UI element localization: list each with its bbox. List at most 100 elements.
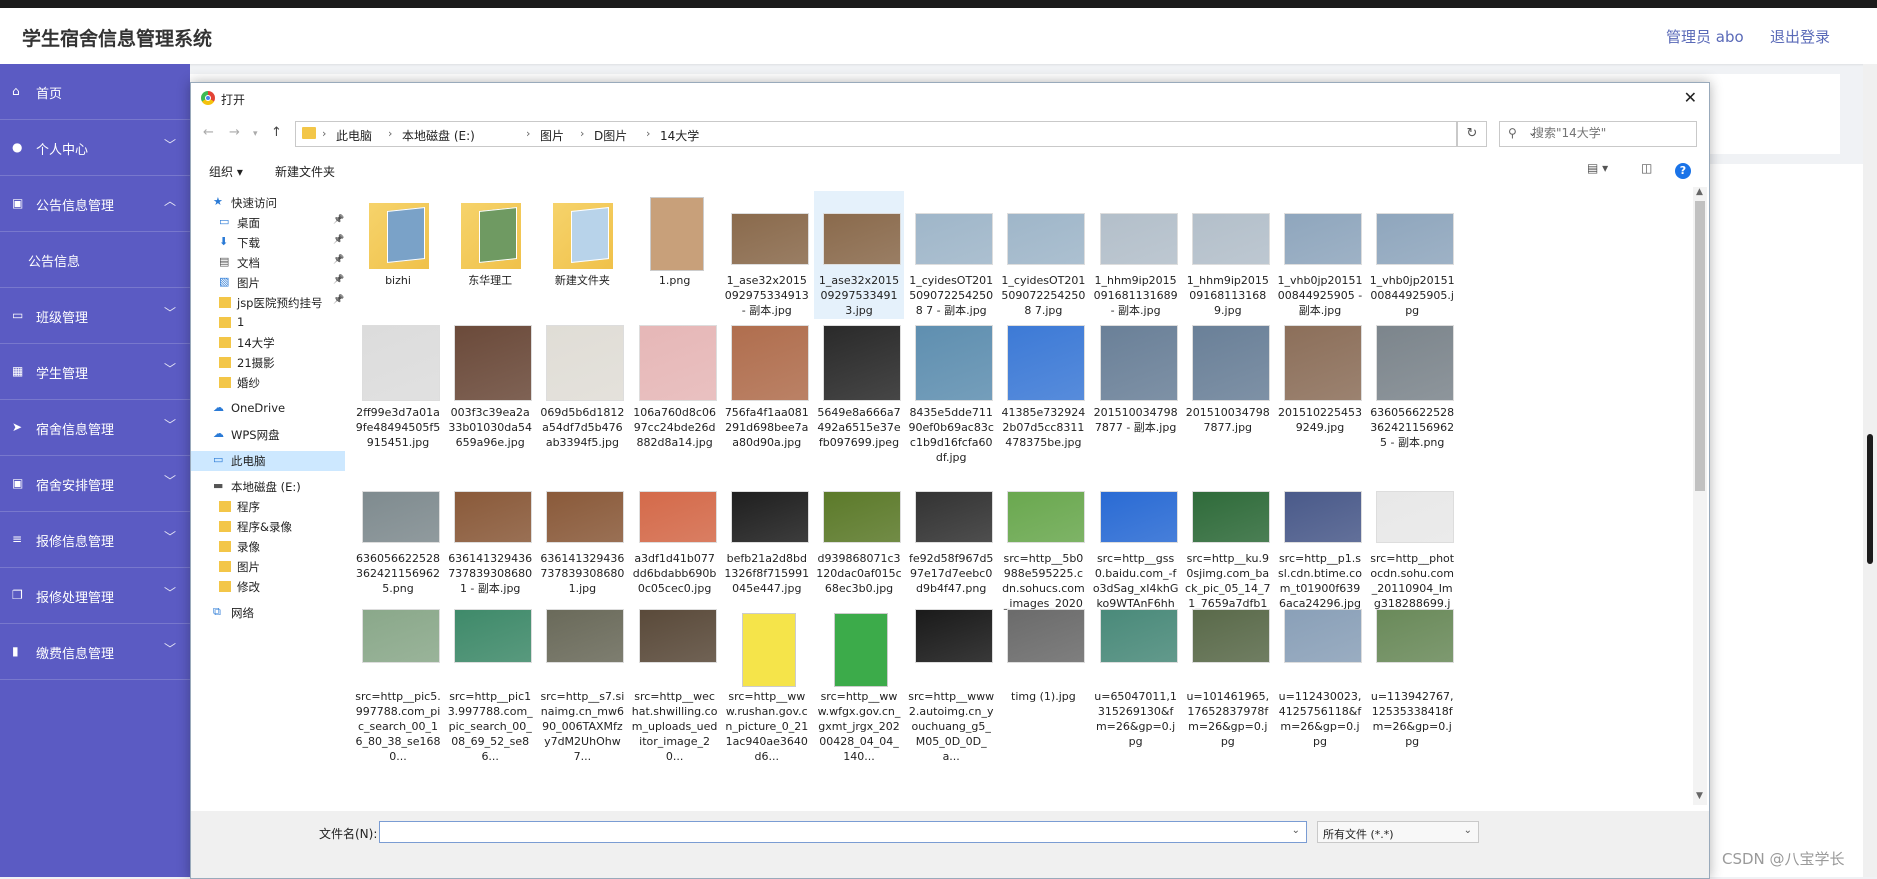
preview-pane-icon[interactable]: ◫: [1641, 161, 1652, 175]
file-item[interactable]: 069d5b6d1812a54df7d5b476ab3394f5.jpg: [537, 323, 627, 451]
sidebar-item[interactable]: ⌂ 首页: [0, 64, 190, 120]
file-item[interactable]: u=113942767,12535338418fm=26&gp=0.jpg: [1367, 607, 1457, 748]
sidebar-item[interactable]: ➤ 宿舍信息管理 ﹀: [0, 400, 190, 456]
recent-dropdown-icon[interactable]: ▾: [253, 129, 258, 139]
logout-link[interactable]: 退出登录: [1770, 26, 1830, 47]
sidebar-item[interactable]: ▣ 宿舍安排管理 ﹀: [0, 456, 190, 512]
sidebar-item[interactable]: ▣ 公告信息管理 ︿: [0, 176, 190, 232]
file-item[interactable]: src=http__pic5.997788.com_pic_search_00_…: [353, 607, 443, 763]
file-item[interactable]: src=http__5b0988e595225.cdn.sohucs.com_i…: [998, 469, 1088, 625]
breadcrumb-separator-icon[interactable]: ›: [646, 127, 650, 140]
view-options-icon[interactable]: ▤ ▾: [1587, 161, 1608, 175]
page-scrollbar-thumb[interactable]: [1867, 434, 1873, 564]
breadcrumb-separator-icon[interactable]: ›: [580, 127, 584, 140]
file-item[interactable]: 1.png: [630, 191, 720, 319]
file-item[interactable]: fe92d58f967d597e17d7eebc0d9b4f47.png: [906, 469, 996, 597]
forward-arrow-icon[interactable]: →: [229, 125, 240, 140]
tree-item[interactable]: 21摄影: [191, 353, 345, 373]
tree-item[interactable]: 婚纱: [191, 373, 345, 393]
back-arrow-icon[interactable]: ←: [203, 125, 214, 140]
breadcrumb-separator-icon[interactable]: ›: [322, 127, 326, 140]
up-arrow-icon[interactable]: ↑: [271, 125, 282, 140]
tree-item[interactable]: 1: [191, 313, 345, 333]
file-item[interactable]: 8435e5dde71190ef0b69ac83cc1b9d16fcfa60df…: [906, 323, 996, 464]
tree-item[interactable]: 程序&录像: [191, 517, 345, 537]
address-bar[interactable]: ⌄ › 此电脑 › 本地磁盘 (E:) › 图片 › D图片 › 14大学: [295, 121, 1537, 147]
file-item[interactable]: 6360566225283624211569625 - 副本.png: [1367, 323, 1457, 451]
file-item[interactable]: 1_hhm9ip2015091681131689.jpg: [1183, 191, 1273, 319]
file-item[interactable]: timg (1).jpg: [998, 607, 1088, 735]
file-type-filter[interactable]: 所有文件 (*.*) ⌄: [1317, 821, 1479, 843]
filename-input[interactable]: ⌄: [379, 821, 1307, 843]
file-item[interactable]: d939868071c3120dac0af015c68ec3b0.jpg: [814, 469, 904, 597]
file-item[interactable]: 106a760d8c0697cc24bde26d882d8a14.jpg: [630, 323, 720, 451]
search-box[interactable]: ⚲: [1499, 121, 1697, 147]
file-item[interactable]: src=http__gss0.baidu.com_-fo3dSag_xI4khG…: [1091, 469, 1181, 625]
file-item[interactable]: 1_vhb0jp2015100844925905.jpg: [1367, 191, 1457, 319]
scroll-down-icon[interactable]: ▼: [1696, 791, 1703, 801]
tree-item[interactable]: jsp医院预约挂号 📌: [191, 293, 345, 313]
filename-dropdown-icon[interactable]: ⌄: [1292, 825, 1300, 836]
file-item[interactable]: src=http__pic13.997788.com_pic_search_00…: [445, 607, 535, 763]
sidebar-item[interactable]: ❐ 报修处理管理 ﹀: [0, 568, 190, 624]
file-item[interactable]: src=http__www.wfgx.gov.cn_gxmt_jrgx_2020…: [814, 607, 904, 763]
refresh-button[interactable]: ↻: [1457, 121, 1487, 147]
tree-item[interactable]: ⬇ 下载 📌: [191, 233, 345, 253]
file-item[interactable]: 2015100347987877.jpg: [1183, 323, 1273, 451]
file-item[interactable]: 2015102254539249.jpg: [1275, 323, 1365, 451]
tree-item[interactable]: ▭ 此电脑: [191, 451, 345, 471]
file-list-scrollbar[interactable]: ▲ ▼: [1693, 187, 1707, 805]
close-icon[interactable]: ✕: [1684, 88, 1697, 107]
file-item[interactable]: befb21a2d8bd1326f8f715991045e447.jpg: [722, 469, 812, 597]
page-scrollbar[interactable]: [1863, 64, 1877, 877]
breadcrumb-separator-icon[interactable]: ›: [526, 127, 530, 140]
file-item[interactable]: 2ff99e3d7a01a9fe48494505f5915451.jpg: [353, 323, 443, 451]
file-item[interactable]: src=http__www2.autoimg.cn_youchuang_g5_M…: [906, 607, 996, 763]
file-item[interactable]: 003f3c39ea2a33b01030da54659a96e.jpg: [445, 323, 535, 451]
search-input[interactable]: [1530, 125, 1694, 141]
file-item[interactable]: 1_cyidesOT2015090722542508 7.jpg: [998, 191, 1088, 319]
sidebar-item[interactable]: ≡ 报修信息管理 ﹀: [0, 512, 190, 568]
file-item[interactable]: u=65047011,1315269130&fm=26&gp=0.jpg: [1091, 607, 1181, 748]
pin-icon[interactable]: 📌: [333, 235, 344, 245]
file-item[interactable]: src=http__photocdn.sohu.com_20110904_Img…: [1367, 469, 1457, 625]
tree-item[interactable]: 程序: [191, 497, 345, 517]
folder-item[interactable]: bizhi: [353, 191, 443, 319]
breadcrumb-item[interactable]: 图片: [540, 127, 564, 144]
tree-item[interactable]: ▭ 桌面 📌: [191, 213, 345, 233]
file-item[interactable]: 1_vhb0jp2015100844925905 - 副本.jpg: [1275, 191, 1365, 319]
filter-dropdown-icon[interactable]: ⌄: [1464, 825, 1472, 836]
folder-item[interactable]: 东华理工: [445, 191, 535, 319]
scrollbar-thumb[interactable]: [1695, 201, 1705, 491]
sidebar-item[interactable]: 公告信息: [0, 232, 190, 288]
file-item[interactable]: a3df1d41b077dd6bdabb690b0c05cec0.jpg: [630, 469, 720, 597]
pin-icon[interactable]: 📌: [333, 295, 344, 305]
user-label[interactable]: 管理员 abo: [1666, 26, 1744, 47]
file-item[interactable]: src=http__www.rushan.gov.cn_picture_0_21…: [722, 607, 812, 763]
tree-item[interactable]: ☁ WPS网盘: [191, 425, 345, 445]
file-item[interactable]: 1_hhm9ip2015091681131689 - 副本.jpg: [1091, 191, 1181, 319]
tree-item[interactable]: 录像: [191, 537, 345, 557]
file-item[interactable]: 6361413294367378393086801 - 副本.jpg: [445, 469, 535, 597]
file-item[interactable]: u=101461965,17652837978fm=26&gp=0.jpg: [1183, 607, 1273, 748]
pin-icon[interactable]: 📌: [333, 255, 344, 265]
organize-button[interactable]: 组织 ▾: [209, 163, 243, 180]
file-item[interactable]: src=http__p1.ssl.cdn.btime.com_t01900f63…: [1275, 469, 1365, 625]
file-item[interactable]: src=http__s7.sinaimg.cn_mw690_006TAXMfzy…: [537, 607, 627, 763]
scroll-up-icon[interactable]: ▲: [1696, 187, 1703, 197]
file-item[interactable]: 41385e7329242b07d5cc8311478375be.jpg: [998, 323, 1088, 451]
file-item[interactable]: u=112430023,4125756118&fm=26&gp=0.jpg: [1275, 607, 1365, 748]
file-item[interactable]: 6360566225283624211569625.png: [353, 469, 443, 597]
file-item[interactable]: 2015100347987877 - 副本.jpg: [1091, 323, 1181, 451]
tree-item[interactable]: ▧ 图片 📌: [191, 273, 345, 293]
tree-item[interactable]: 图片: [191, 557, 345, 577]
file-item[interactable]: 6361413294367378393086801.jpg: [537, 469, 627, 597]
breadcrumb-item[interactable]: D图片: [594, 127, 627, 144]
sidebar-item[interactable]: ● 个人中心 ﹀: [0, 120, 190, 176]
breadcrumb-item[interactable]: 本地磁盘 (E:): [402, 127, 475, 144]
new-folder-button[interactable]: 新建文件夹: [275, 163, 335, 180]
file-item[interactable]: 1_cyidesOT2015090722542508 7 - 副本.jpg: [906, 191, 996, 319]
breadcrumb-separator-icon[interactable]: ›: [388, 127, 392, 140]
sidebar-item[interactable]: ▭ 班级管理 ﹀: [0, 288, 190, 344]
file-item[interactable]: src=http__wechat.shwilling.com_uploads_u…: [630, 607, 720, 763]
